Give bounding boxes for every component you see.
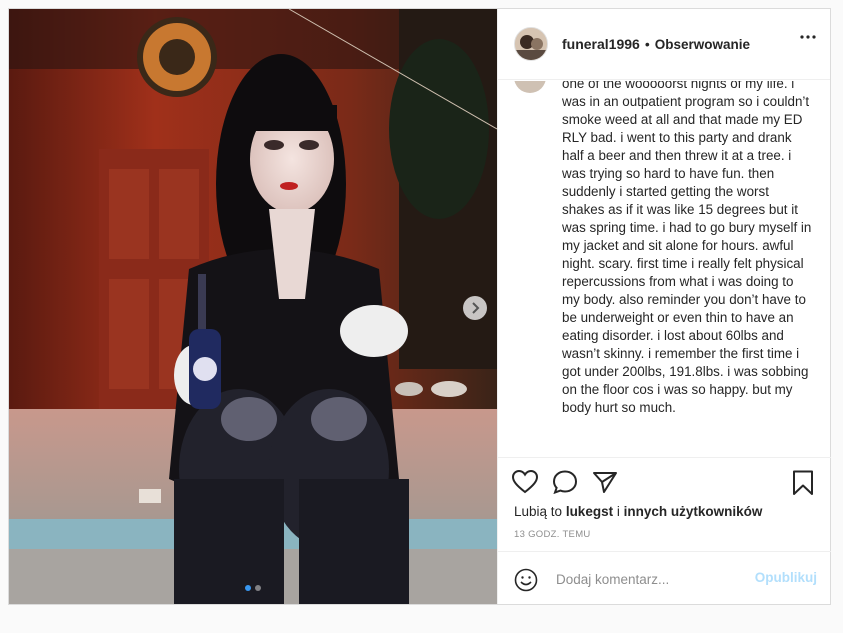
post-frame: funeral1996 • Obserwowanie one of the wo… (8, 8, 831, 605)
share-icon[interactable] (592, 470, 618, 494)
likes-joiner: i (616, 504, 620, 519)
caption-avatar[interactable] (514, 81, 546, 93)
carousel-dot-active (245, 585, 251, 591)
username-link[interactable]: funeral1996 (562, 36, 640, 52)
carousel-indicator (245, 585, 261, 591)
avatar[interactable] (514, 27, 548, 61)
post-details-panel: funeral1996 • Obserwowanie one of the wo… (497, 9, 831, 605)
post-header: funeral1996 • Obserwowanie (498, 9, 830, 80)
comment-input[interactable] (554, 568, 748, 590)
liked-by-user-link[interactable]: lukegst (566, 504, 613, 519)
likes-summary: Lubią to lukegst i innych użytkowników (514, 504, 762, 519)
comment-icon[interactable] (552, 470, 578, 494)
action-bar (498, 457, 831, 506)
post-timestamp[interactable]: 13 GODZ. TEMU (514, 529, 591, 540)
heart-icon[interactable] (512, 470, 538, 494)
avatar-image (515, 28, 547, 60)
add-comment-bar: Opublikuj (498, 551, 831, 605)
post-photo[interactable] (9, 9, 497, 604)
separator-dot: • (644, 36, 650, 52)
other-likers-link[interactable]: innych użytkowników (624, 504, 763, 519)
carousel-dot (255, 585, 261, 591)
photo-illustration (9, 9, 497, 604)
follow-status-button[interactable]: Obserwowanie (655, 37, 750, 52)
chevron-right-icon (472, 302, 480, 314)
likes-prefix: Lubią to (514, 504, 563, 519)
carousel-next-button[interactable] (463, 296, 487, 320)
publish-button[interactable]: Opublikuj (755, 570, 817, 585)
bookmark-icon[interactable] (792, 470, 814, 496)
caption-area: one of the wooooorst nights of my life. … (498, 81, 831, 456)
emoji-icon[interactable] (514, 568, 538, 592)
more-options-icon[interactable] (800, 35, 816, 39)
post-caption: one of the wooooorst nights of my life. … (562, 81, 812, 415)
